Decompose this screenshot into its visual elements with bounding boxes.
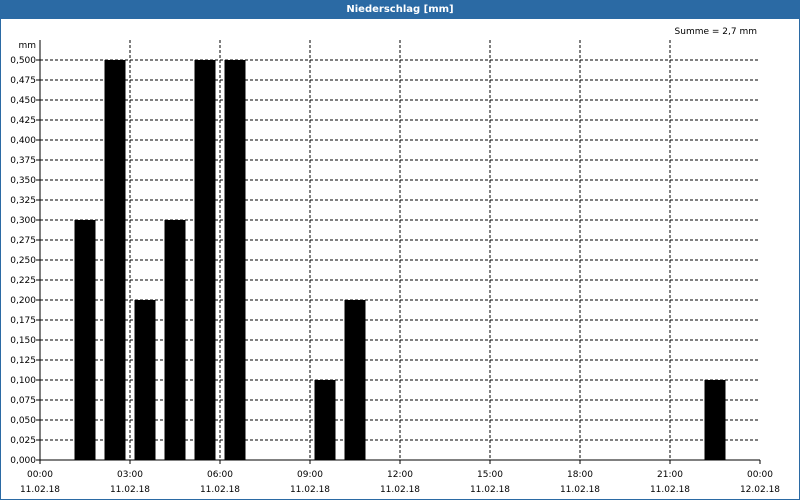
- y-tick-label: 0,400: [10, 136, 36, 146]
- y-tick-label: 0,275: [10, 236, 36, 246]
- y-tick-label: 0,375: [10, 156, 36, 166]
- x-tick-date: 11.02.18: [110, 485, 150, 495]
- x-tick-date: 11.02.18: [650, 485, 690, 495]
- x-tick-time: 00:00: [747, 470, 773, 480]
- x-tick-date: 11.02.18: [290, 485, 330, 495]
- y-tick-label: 0,475: [10, 76, 36, 86]
- x-tick-time: 00:00: [27, 470, 53, 480]
- x-tick-time: 12:00: [387, 470, 413, 480]
- y-tick-label: 0,050: [10, 416, 36, 426]
- x-tick-time: 21:00: [657, 470, 683, 480]
- y-tick-label: 0,450: [10, 96, 36, 106]
- precipitation-bar: [704, 380, 726, 460]
- y-tick-label: 0,250: [10, 256, 36, 266]
- x-tick-time: 18:00: [567, 470, 593, 480]
- precipitation-bar: [314, 380, 336, 460]
- precipitation-bar: [344, 300, 366, 460]
- precipitation-bar: [164, 220, 186, 460]
- y-tick-label: 0,175: [10, 316, 36, 326]
- x-tick-time: 15:00: [477, 470, 503, 480]
- y-tick-label: 0,325: [10, 196, 36, 206]
- y-tick-label: 0,200: [10, 296, 36, 306]
- precipitation-bar: [224, 60, 246, 460]
- x-tick-date: 11.02.18: [200, 485, 240, 495]
- axis-layer: 0,000 0,025 0,050 0,075 0,100 0,125 0,150 0,175…: [10, 40, 780, 495]
- y-tick-label: 0,000: [10, 456, 36, 466]
- x-tick-date: 11.02.18: [560, 485, 600, 495]
- x-tick-time: 03:00: [117, 470, 143, 480]
- x-tick-date: 11.02.18: [380, 485, 420, 495]
- y-tick-label: 0,075: [10, 396, 36, 406]
- precipitation-chart: mm 0,0000,0250,0500,0750,1000,1250,1500,…: [10, 40, 780, 495]
- precipitation-bar: [74, 220, 96, 460]
- precipitation-bar: [104, 60, 126, 460]
- y-tick-label: 0,350: [10, 176, 36, 186]
- x-tick-date: 11.02.18: [470, 485, 510, 495]
- y-tick-label: 0,225: [10, 276, 36, 286]
- x-tick-date: 12.02.18: [740, 485, 780, 495]
- x-tick-date: 11.02.18: [20, 485, 60, 495]
- precipitation-bar: [134, 300, 156, 460]
- y-tick-label: 0,125: [10, 356, 36, 366]
- y-tick-label: 0,500: [10, 56, 36, 66]
- y-tick-label: 0,425: [10, 116, 36, 126]
- y-tick-label: 0,150: [10, 336, 36, 346]
- x-tick-time: 09:00: [297, 470, 323, 480]
- y-tick-label: 0,300: [10, 216, 36, 226]
- x-tick-time: 06:00: [207, 470, 233, 480]
- precipitation-bar: [194, 60, 216, 460]
- y-tick-label: 0,025: [10, 436, 36, 446]
- y-tick-label: 0,100: [10, 376, 36, 386]
- y-axis-unit-label: mm: [18, 41, 36, 51]
